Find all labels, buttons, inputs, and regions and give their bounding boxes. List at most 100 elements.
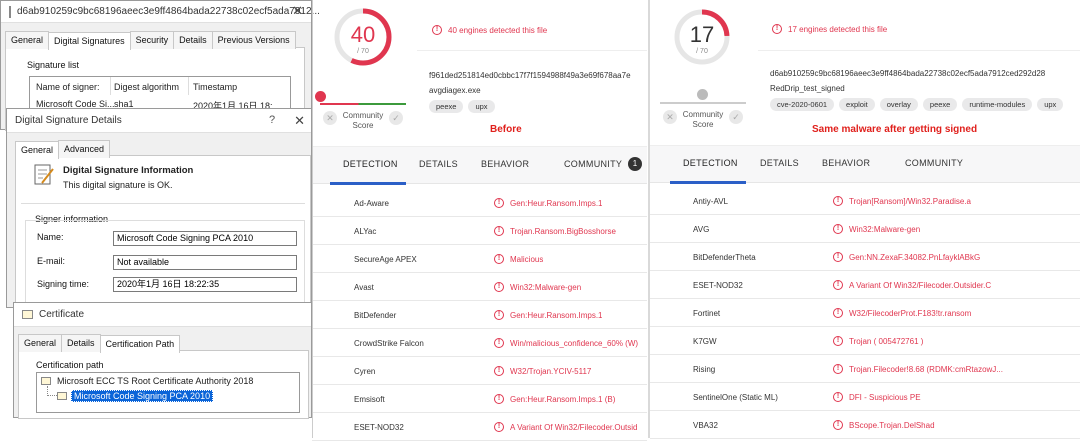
tag-chip[interactable]: upx bbox=[1037, 98, 1064, 111]
tag-list: cve-2020-0601 exploit overlay peexe runtime-… bbox=[770, 98, 1068, 111]
detection-result-text: A Variant Of Win32/Filecoder.Outsider.C bbox=[849, 280, 992, 290]
table-row: BitDefender! Gen:Heur.Ransom.Imps.1 bbox=[312, 301, 647, 329]
tab-details[interactable]: Details bbox=[173, 31, 213, 49]
detection-result-text: Malicious bbox=[510, 254, 544, 264]
tab-details[interactable]: DETAILS bbox=[419, 159, 458, 169]
table-row: VBA32! BScope.Trojan.DelShad bbox=[650, 411, 1080, 439]
detection-alert: ! 17 engines detected this file bbox=[772, 24, 887, 34]
file-hash[interactable]: f961ded251814ed0cbbc17f7f1594988f49a3e69… bbox=[429, 71, 647, 80]
tab-community[interactable]: COMMUNITY bbox=[905, 158, 963, 168]
vt-report-before: 40 / 70 ! 40 engines detected this file … bbox=[312, 0, 647, 441]
alert-icon: ! bbox=[833, 252, 843, 262]
tag-chip[interactable]: peexe bbox=[922, 98, 958, 111]
tab-bar: DETECTION DETAILS BEHAVIOR COMMUNITY 1 bbox=[312, 146, 647, 185]
tab-digital-signatures[interactable]: Digital Signatures bbox=[48, 32, 131, 50]
thumbs-up-icon[interactable]: ✓ bbox=[729, 110, 743, 124]
engine-name: SentinelOne (Static ML) bbox=[693, 393, 778, 402]
thumbs-down-icon[interactable]: ✕ bbox=[323, 111, 337, 125]
certificate-tabs: General Details Certification Path bbox=[14, 334, 311, 353]
alert-icon: ! bbox=[833, 224, 843, 234]
detection-result: ! Gen:Heur.Ransom.Imps.1 (B) bbox=[494, 394, 615, 404]
tag-list: peexe upx bbox=[429, 100, 500, 113]
tab-details[interactable]: Details bbox=[61, 334, 101, 352]
detection-result-text: Gen:NN.ZexaF.34082.PnLfayklABkG bbox=[849, 252, 981, 262]
tab-behavior[interactable]: BEHAVIOR bbox=[822, 158, 870, 168]
alert-icon: ! bbox=[494, 422, 504, 432]
engine-name: CrowdStrike Falcon bbox=[354, 339, 424, 348]
file-icon bbox=[9, 5, 11, 18]
certification-path-tree[interactable]: Microsoft ECC TS Root Certificate Author… bbox=[36, 372, 300, 413]
tag-chip[interactable]: peexe bbox=[429, 100, 464, 113]
column-header-signer[interactable]: Name of signer: bbox=[36, 82, 100, 92]
tab-detection[interactable]: DETECTION bbox=[683, 158, 738, 168]
detection-result: ! DFI - Suspicious PE bbox=[833, 392, 921, 402]
tab-general[interactable]: General bbox=[15, 141, 60, 159]
window-titlebar: Certificate bbox=[14, 303, 311, 327]
table-row: SecureAge APEX! Malicious bbox=[312, 245, 647, 273]
tab-general[interactable]: General bbox=[18, 334, 63, 352]
detection-result-text: Gen:Heur.Ransom.Imps.1 bbox=[510, 310, 603, 320]
tab-detection[interactable]: DETECTION bbox=[343, 159, 398, 169]
detection-result: ! W32/Trojan.YCIV-5117 bbox=[494, 366, 591, 376]
tab-behavior[interactable]: BEHAVIOR bbox=[481, 159, 529, 169]
properties-tabs: General Digital Signatures Security Deta… bbox=[1, 31, 311, 50]
alert-icon: ! bbox=[833, 308, 843, 318]
tab-previous-versions[interactable]: Previous Versions bbox=[211, 31, 296, 49]
detection-total: / 70 bbox=[696, 48, 708, 55]
thumbs-down-icon[interactable]: ✕ bbox=[663, 110, 677, 124]
detection-result-text: Trojan.Filecoder!8.68 (RDMK:cmRtazowJ... bbox=[849, 364, 1003, 374]
window-titlebar: Digital Signature Details bbox=[7, 109, 311, 133]
email-field[interactable]: Not available bbox=[113, 255, 297, 270]
active-tab-underline bbox=[670, 181, 746, 184]
tag-chip[interactable]: upx bbox=[468, 100, 495, 113]
engine-name: SecureAge APEX bbox=[354, 255, 417, 264]
alert-icon: ! bbox=[494, 310, 504, 320]
signing-time-field[interactable]: 2020年1月 16日 18:22:35 bbox=[113, 277, 297, 292]
root-cert-node[interactable]: Microsoft ECC TS Root Certificate Author… bbox=[57, 376, 253, 386]
tab-certification-path[interactable]: Certification Path bbox=[99, 335, 181, 353]
engine-name: Ad-Aware bbox=[354, 199, 389, 208]
tab-details[interactable]: DETAILS bbox=[760, 158, 799, 168]
tag-chip[interactable]: overlay bbox=[879, 98, 918, 111]
tag-chip[interactable]: exploit bbox=[839, 98, 875, 111]
close-icon[interactable]: ✕ bbox=[292, 3, 303, 19]
tag-chip[interactable]: cve-2020-0601 bbox=[770, 98, 835, 111]
close-icon[interactable]: ✕ bbox=[294, 113, 305, 129]
detection-result-text: A Variant Of Win32/Filecoder.Outsid bbox=[510, 422, 638, 432]
engine-name: K7GW bbox=[693, 337, 717, 346]
column-header-digest[interactable]: Digest algorithm bbox=[114, 82, 179, 92]
detection-result-text: Win/malicious_confidence_60% (W) bbox=[510, 338, 639, 348]
community-score-label: Community Score bbox=[342, 111, 384, 130]
alert-icon: ! bbox=[833, 336, 843, 346]
column-header-timestamp[interactable]: Timestamp bbox=[193, 82, 237, 92]
file-hash[interactable]: d6ab910259c9bc68196aeec3e9ff4864bada2273… bbox=[770, 69, 1070, 78]
file-name: RedDrip_test_signed bbox=[770, 84, 845, 93]
community-score-marker bbox=[697, 89, 708, 100]
engine-name: Rising bbox=[693, 365, 716, 374]
table-row: ALYac! Trojan.Ransom.BigBosshorse bbox=[312, 217, 647, 245]
tag-chip[interactable]: runtime-modules bbox=[962, 98, 1033, 111]
table-row: Emsisoft! Gen:Heur.Ransom.Imps.1 (B) bbox=[312, 385, 647, 413]
table-row: K7GW! Trojan ( 005472761 ) bbox=[650, 327, 1080, 355]
window-title: d6ab910259c9bc68196aeec3e9ff4864bada2273… bbox=[17, 6, 320, 17]
community-score-bar bbox=[320, 103, 406, 105]
detection-score: 17 bbox=[689, 22, 715, 47]
certification-path-label: Certification path bbox=[36, 360, 104, 370]
alert-divider bbox=[758, 50, 1080, 51]
engine-name: Antiy-AVL bbox=[693, 197, 728, 206]
alert-icon: ! bbox=[833, 280, 843, 290]
tab-advanced[interactable]: Advanced bbox=[58, 140, 111, 158]
tab-community[interactable]: COMMUNITY bbox=[564, 159, 622, 169]
table-row: SentinelOne (Static ML) ! DFI - Suspicious… bbox=[650, 383, 1080, 411]
name-field[interactable]: Microsoft Code Signing PCA 2010 bbox=[113, 231, 297, 246]
tab-security[interactable]: Security bbox=[129, 31, 175, 49]
detection-result-text: Trojan[Ransom]/Win32.Paradise.a bbox=[849, 196, 971, 206]
help-icon[interactable]: ? bbox=[269, 114, 275, 126]
child-cert-node[interactable]: Microsoft Code Signing PCA 2010 bbox=[71, 390, 214, 402]
engine-name: Fortinet bbox=[693, 309, 721, 318]
table-row: Cyren! W32/Trojan.YCIV-5117 bbox=[312, 357, 647, 385]
tab-general[interactable]: General bbox=[5, 31, 50, 49]
detection-result: ! BScope.Trojan.DelShad bbox=[833, 420, 935, 430]
tab-bar: DETECTION DETAILS BEHAVIOR COMMUNITY bbox=[650, 145, 1080, 184]
thumbs-up-icon[interactable]: ✓ bbox=[389, 111, 403, 125]
